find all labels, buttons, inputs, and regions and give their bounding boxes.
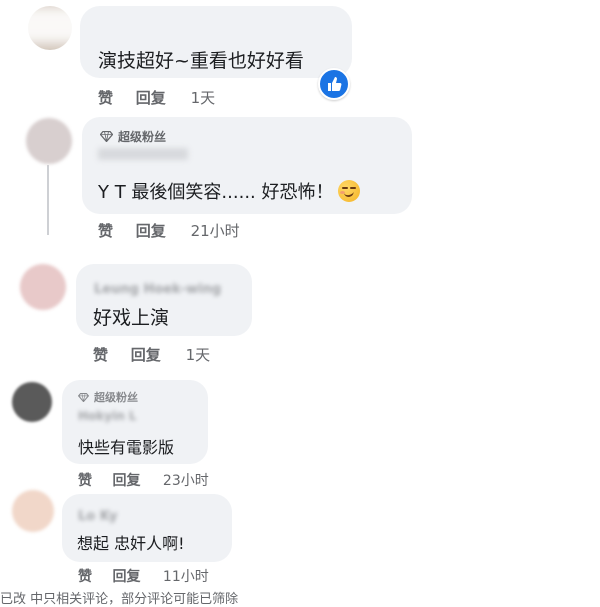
reply-button[interactable]: 回复 bbox=[136, 220, 166, 241]
blurred-username bbox=[98, 148, 188, 160]
comment-text: 好戏上演 bbox=[93, 307, 170, 329]
reply-button[interactable]: 回复 bbox=[136, 87, 166, 108]
comment-actions: 赞 回复 1天 bbox=[98, 87, 215, 108]
comment-author[interactable]: Leung Hoek-wing bbox=[94, 282, 221, 297]
top-fan-badge: 超级粉丝 bbox=[78, 389, 138, 405]
like-button[interactable]: 赞 bbox=[78, 470, 92, 490]
diamond-icon bbox=[78, 393, 89, 402]
comment-text: 演技超好~重看也好好看 bbox=[98, 50, 304, 72]
timestamp[interactable]: 21小时 bbox=[191, 220, 240, 241]
comment-text: Y T 最後個笑容...... 好恐怖！ bbox=[98, 178, 360, 204]
comment-actions: 赞 回复 1天 bbox=[93, 344, 210, 365]
like-button[interactable]: 赞 bbox=[98, 87, 113, 108]
comment-text: 快些有電影版 bbox=[78, 438, 175, 457]
diamond-icon bbox=[100, 131, 113, 142]
avatar[interactable] bbox=[12, 382, 52, 422]
timestamp[interactable]: 11小时 bbox=[163, 566, 209, 586]
avatar[interactable] bbox=[26, 118, 72, 164]
comment-actions: 赞 回复 11小时 bbox=[78, 566, 209, 586]
thumbs-up-icon bbox=[318, 68, 350, 100]
comment-author[interactable]: Hokyin L bbox=[78, 409, 137, 423]
smirk-emoji-icon bbox=[337, 180, 360, 202]
badge-label: 超级粉丝 bbox=[94, 391, 138, 404]
timestamp[interactable]: 23小时 bbox=[163, 470, 209, 490]
comment-actions: 赞 回复 21小时 bbox=[98, 220, 240, 241]
top-fan-badge: 超级粉丝 bbox=[100, 128, 166, 145]
avatar[interactable] bbox=[20, 264, 66, 310]
comment-text: 想起 忠奸人啊! bbox=[77, 534, 185, 553]
like-button[interactable]: 赞 bbox=[93, 344, 108, 365]
comment-author[interactable]: Lo Ky bbox=[78, 509, 117, 524]
like-button[interactable]: 赞 bbox=[98, 220, 113, 241]
reply-button[interactable]: 回复 bbox=[131, 344, 161, 365]
like-button[interactable]: 赞 bbox=[78, 566, 92, 586]
thread-line bbox=[47, 165, 49, 235]
comment-text-body: Y T 最後個笑容...... 好恐怖！ bbox=[98, 182, 334, 203]
timestamp[interactable]: 1天 bbox=[186, 344, 211, 365]
badge-label: 超级粉丝 bbox=[118, 130, 167, 144]
reply-button[interactable]: 回复 bbox=[112, 566, 140, 586]
timestamp[interactable]: 1天 bbox=[191, 87, 216, 108]
avatar[interactable] bbox=[12, 490, 54, 532]
comment-actions: 赞 回复 23小时 bbox=[78, 470, 209, 490]
reply-button[interactable]: 回复 bbox=[112, 470, 140, 490]
filtered-comments-notice: 已改 中只相关评论，部分评论可能已筛除 bbox=[0, 592, 239, 607]
